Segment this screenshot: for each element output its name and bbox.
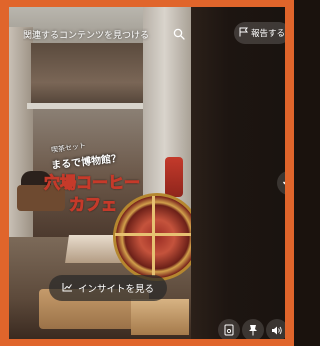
volume-icon — [271, 321, 283, 340]
search-placeholder: 関連するコンテンツを見つける — [23, 30, 150, 41]
search-bar[interactable]: 関連するコンテンツを見つける — [23, 23, 185, 45]
chart-icon — [62, 282, 73, 295]
insight-button[interactable]: インサイトを見る — [49, 275, 167, 301]
pin-button[interactable] — [242, 319, 264, 339]
report-button[interactable]: 報告する — [234, 22, 285, 44]
overlay-title-line2: カフェ — [68, 195, 118, 215]
chevron-down-icon — [283, 174, 285, 193]
document-icon — [224, 321, 234, 340]
video-title-overlay: 喫茶セット まるで博物館？ 穴場コーヒー カフェ — [39, 135, 179, 215]
video-viewer[interactable]: 関連するコンテンツを見つける 報告する 喫茶セット まるで博物館？ 穴場コーヒー… — [9, 7, 285, 339]
overlay-title-line1: 穴場コーヒー — [43, 173, 141, 193]
insight-label: インサイトを見る — [77, 284, 154, 295]
search-icon[interactable] — [173, 28, 185, 40]
report-label: 報告する — [250, 29, 285, 39]
flag-icon — [239, 27, 248, 40]
dark-background — [191, 7, 285, 339]
document-button[interactable] — [218, 319, 240, 339]
volume-button[interactable] — [266, 319, 285, 339]
pin-icon — [248, 321, 258, 340]
